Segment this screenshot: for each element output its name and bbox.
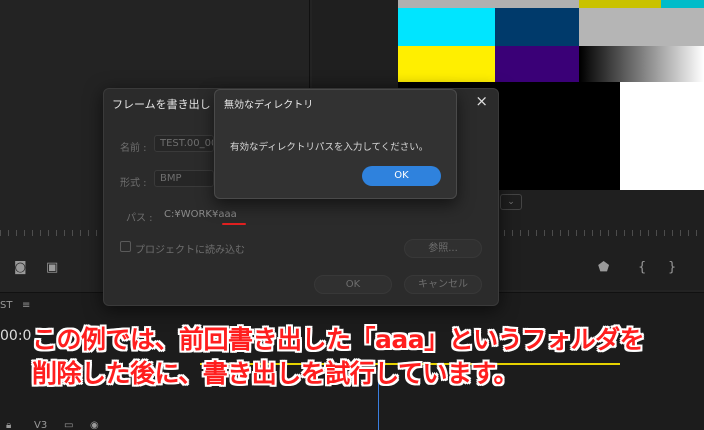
- camera-icon[interactable]: ◙: [14, 260, 27, 275]
- color-bar-top-gray2: [495, 0, 579, 8]
- invalid-ok-button[interactable]: OK: [362, 166, 441, 186]
- color-bar-navy: [495, 8, 579, 46]
- close-icon[interactable]: ×: [475, 92, 488, 110]
- color-bar-top-gray: [398, 0, 495, 8]
- white-patch: [620, 82, 704, 190]
- caption-line-2: 削除した後に、書き出しを試行しています。: [32, 359, 519, 388]
- track-lock-icon[interactable]: 🔒︎: [6, 420, 11, 430]
- cancel-button[interactable]: キャンセル: [404, 275, 482, 294]
- track-label-v3: V3: [34, 420, 48, 430]
- color-bar-cyan: [398, 8, 495, 46]
- luma-gradient: [580, 46, 704, 82]
- color-bar-top-olive: [579, 0, 661, 8]
- invalid-directory-dialog: 無効なディレクトリ 有効なディレクトリパスを入力してください。 OK: [214, 89, 457, 199]
- dialog-title: フレームを書き出し: [112, 98, 211, 111]
- invalid-dialog-message: 有効なディレクトリパスを入力してください。: [230, 142, 429, 153]
- timeline-timecode[interactable]: 00:0: [0, 328, 31, 344]
- out-point-icon[interactable]: }: [668, 260, 676, 275]
- import-checkbox-label: プロジェクトに読み込む: [135, 245, 245, 256]
- app-window: ⌄ ◙ ▣ ⬟ { } ST ≡ 00:0 🔒︎ V3 ▭ ◉ フレームを書き出…: [0, 0, 704, 430]
- import-checkbox[interactable]: [120, 241, 131, 252]
- name-field[interactable]: TEST.00_00: [154, 135, 214, 152]
- track-toggle-icon[interactable]: ▭: [64, 420, 73, 430]
- zoom-dropdown[interactable]: ⌄: [500, 194, 522, 210]
- browse-button[interactable]: 参照...: [404, 239, 482, 258]
- export-ok-button[interactable]: OK: [314, 275, 392, 294]
- export-frame-icon[interactable]: ▣: [46, 260, 58, 275]
- in-point-icon[interactable]: {: [638, 260, 646, 275]
- timeline-tab[interactable]: ST: [0, 300, 12, 311]
- track-eye-icon[interactable]: ◉: [90, 420, 99, 430]
- color-bar-purple: [495, 46, 579, 82]
- path-highlight-underline: [222, 223, 246, 225]
- invalid-dialog-title: 無効なディレクトリ: [224, 100, 314, 111]
- path-value: C:¥WORK¥aaa: [164, 209, 237, 220]
- color-bar-yellow: [398, 46, 495, 82]
- name-label: 名前 :: [120, 143, 147, 154]
- color-bar-gray: [579, 8, 704, 46]
- format-select[interactable]: BMP: [154, 170, 214, 187]
- caption-line-1: この例では、前回書き出した「aaa」というフォルダを: [32, 325, 645, 354]
- color-bar-top-teal: [661, 0, 704, 8]
- marker-icon[interactable]: ⬟: [598, 260, 609, 275]
- format-label: 形式 :: [120, 178, 147, 189]
- path-label: パス :: [126, 213, 153, 224]
- timeline-menu-icon[interactable]: ≡: [22, 300, 30, 311]
